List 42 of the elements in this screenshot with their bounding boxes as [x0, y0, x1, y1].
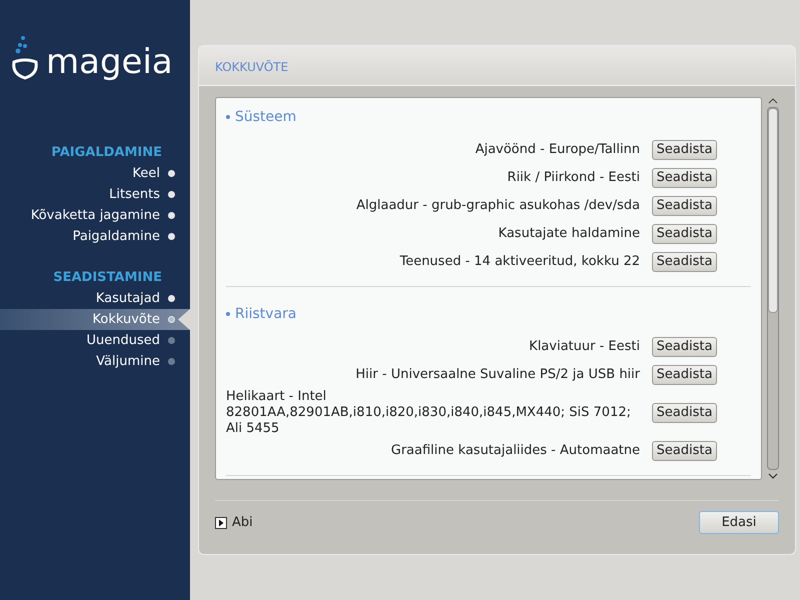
configure-button[interactable]: Seadista [652, 224, 717, 244]
setting-label: Riik / Piirkond - Eesti [506, 170, 640, 186]
step-item: Kokkuvõte [0, 309, 190, 330]
configure-button[interactable]: Seadista [652, 441, 717, 461]
step-item: Uuendused [0, 330, 190, 351]
step-item: Kasutajad [0, 288, 190, 309]
bullet-icon [226, 115, 230, 119]
setting-label: Alglaadur - grub-graphic asukohas /dev/sda [355, 198, 640, 214]
section-heading: Riistvara [235, 305, 296, 324]
setting-label: Hiir - Universaalne Suvaline PS/2 ja USB hiir [354, 367, 640, 383]
setting-label: Ajavöönd - Europe/Tallinn [474, 142, 640, 158]
section-title: PAIGALDAMINE [50, 144, 163, 162]
configure-button[interactable]: Seadista [652, 365, 717, 385]
configure-button[interactable]: Seadista [652, 168, 717, 188]
setting-label: Helikaart - Intel 82801AA,82901AB,i810,i820,i830,i840,i845,MX440; SiS 7012; Ali 5455 [226, 389, 632, 437]
step-item: Litsents [0, 184, 190, 205]
configure-button[interactable]: Seadista [652, 403, 717, 423]
configure-button[interactable]: Seadista [652, 337, 717, 357]
section-title: SEADISTAMINE [52, 269, 163, 287]
scrollbar[interactable] [765, 97, 781, 480]
configure-button[interactable]: Seadista [652, 252, 717, 272]
help-toggle[interactable]: Abi [215, 512, 253, 532]
step-item: Väljumine [0, 351, 190, 372]
scroll-down-icon[interactable] [768, 472, 778, 480]
step-item: Keel [0, 163, 190, 184]
setting-label: Teenused - 14 aktiveeritud, kokku 22 [398, 254, 640, 270]
step-item: Kõvaketta jagamine [0, 205, 190, 226]
logo-icon [10, 34, 40, 82]
setting-label: Graafiline kasutajaliides - Automaatne [390, 443, 640, 459]
expander-icon [215, 516, 227, 528]
step-item: Paigaldamine [0, 226, 190, 247]
scroll-thumb[interactable] [768, 108, 778, 313]
scroll-up-icon[interactable] [768, 97, 778, 105]
configure-button[interactable]: Seadista [652, 196, 717, 216]
logo-text: mageia [46, 42, 173, 82]
section-heading: Süsteem [235, 108, 296, 127]
setting-label: Kasutajate haldamine [497, 226, 640, 242]
page-title: KOKKUVÕTE [215, 60, 288, 74]
configure-button[interactable]: Seadista [652, 140, 717, 160]
next-button[interactable]: Edasi [699, 511, 779, 534]
setting-label: Klaviatuur - Eesti [528, 339, 640, 355]
bullet-icon [226, 312, 230, 316]
